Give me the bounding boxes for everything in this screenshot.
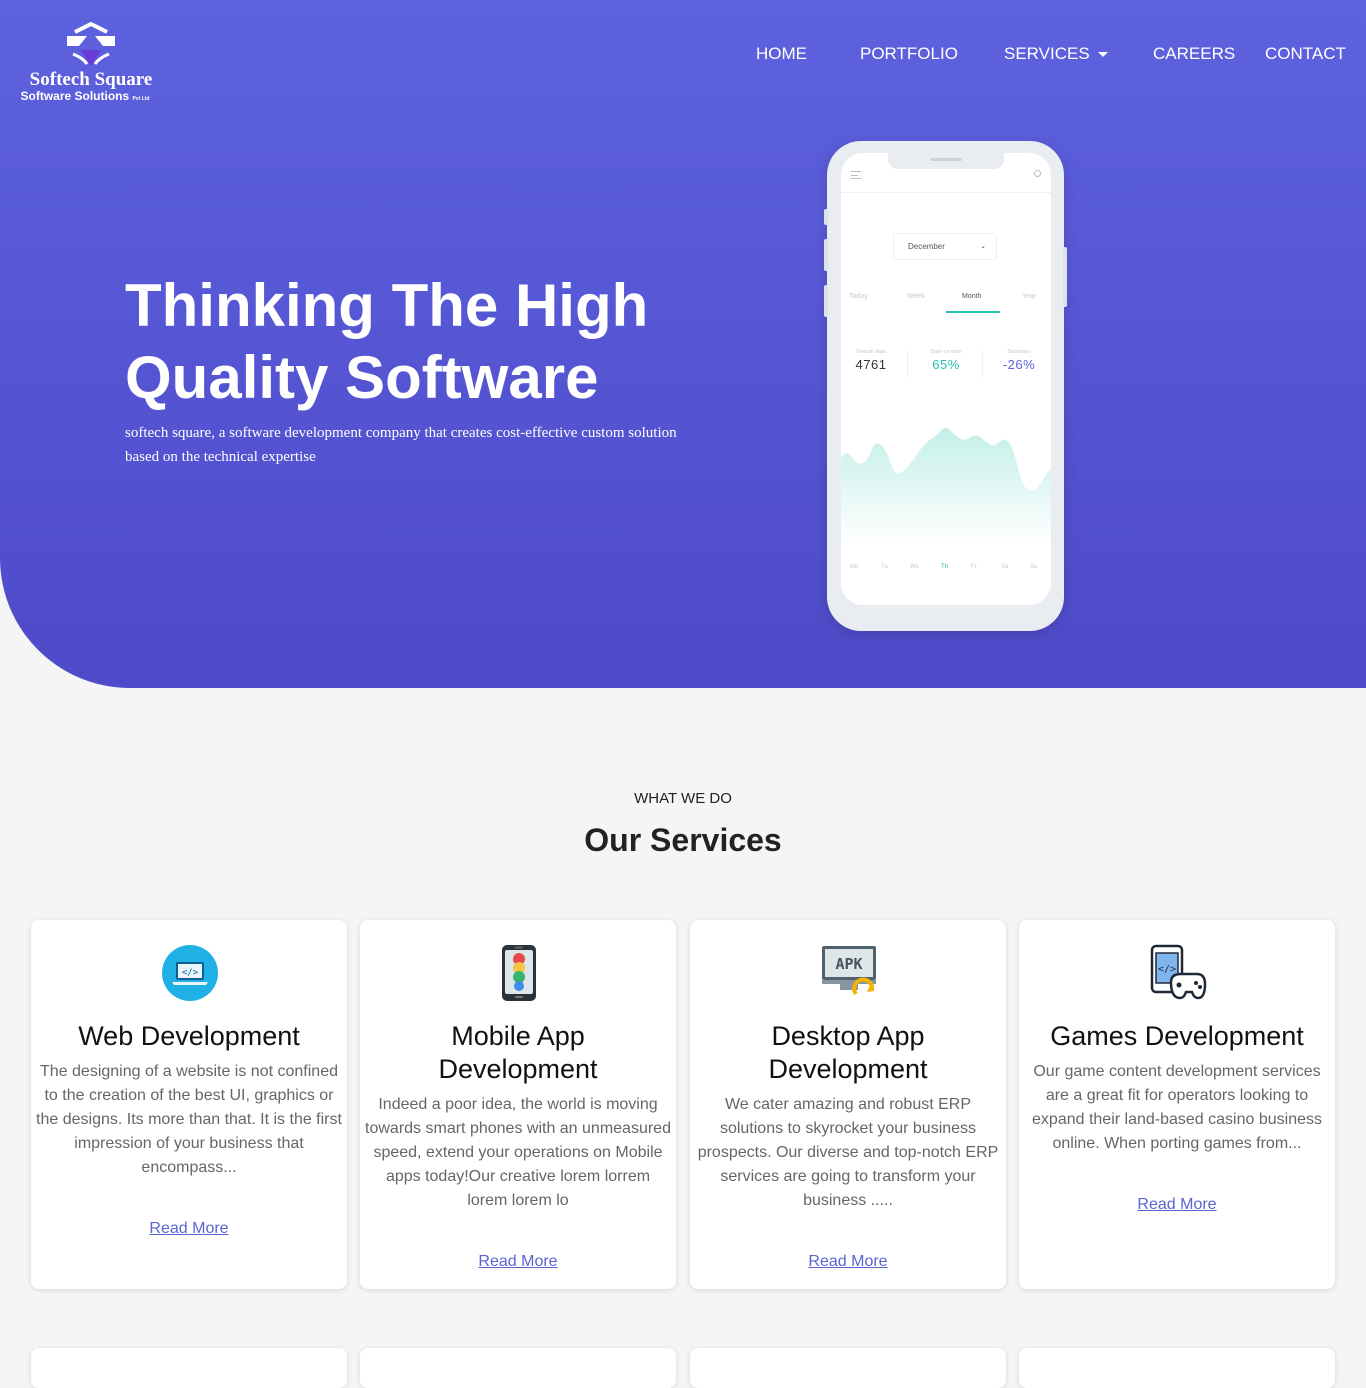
stat-label: Overall data bbox=[856, 349, 886, 355]
nav-contact[interactable]: CONTACT bbox=[1265, 44, 1346, 64]
nav-portfolio[interactable]: PORTFOLIO bbox=[860, 44, 958, 64]
stat-overall: Overall data 4761 bbox=[841, 349, 901, 372]
chevron-down-icon: ⌄ bbox=[980, 243, 986, 250]
brand-name: Softech Square bbox=[29, 69, 153, 90]
brand-suffix: Pvt Ltd bbox=[132, 96, 150, 102]
svg-text:</>: </> bbox=[182, 968, 199, 978]
area-chart-graphic bbox=[841, 428, 1051, 543]
mobile-app-icon bbox=[502, 945, 536, 1001]
service-title: Desktop App Development bbox=[768, 1021, 928, 1084]
divider bbox=[907, 351, 908, 377]
weekday-label: Tu bbox=[881, 564, 888, 570]
stat-value: -26% bbox=[1002, 357, 1036, 372]
phone-mockup: December ⌄ Today Week Month Year Overall … bbox=[824, 141, 1067, 631]
phone-side-button bbox=[824, 285, 828, 317]
nav-careers[interactable]: CAREERS bbox=[1153, 44, 1235, 64]
divider bbox=[982, 351, 983, 377]
service-description: Indeed a poor idea, the world is moving … bbox=[365, 1096, 671, 1209]
phone-side-button bbox=[824, 209, 828, 225]
hero-title: Thinking The High Quality Software bbox=[125, 272, 649, 411]
service-card-partial bbox=[31, 1348, 347, 1388]
read-more-link[interactable]: Read More bbox=[31, 1220, 347, 1238]
period-tab-active: Month bbox=[962, 293, 982, 300]
section-title: Our Services bbox=[584, 822, 782, 858]
stat-label: Summary bbox=[1007, 349, 1031, 355]
brand-subtitle: Software Solutions Pvt Ltd bbox=[8, 90, 162, 105]
phone-side-button bbox=[1063, 247, 1067, 307]
main-nav: HOME PORTFOLIO SERVICES CAREERS CONTACT bbox=[0, 44, 1366, 64]
hero-description: softech square, a software development c… bbox=[125, 425, 677, 465]
stat-value: 65% bbox=[932, 357, 960, 372]
weekday-label: Fr bbox=[971, 564, 977, 570]
web-code-icon: </> bbox=[162, 945, 218, 1001]
phone-side-button bbox=[824, 239, 828, 271]
active-tab-indicator bbox=[946, 311, 1000, 313]
service-title: Mobile App Development bbox=[438, 1021, 598, 1084]
weekday-label: Sa bbox=[1001, 564, 1009, 570]
section-kicker: WHAT WE DO bbox=[634, 790, 732, 807]
nav-home[interactable]: HOME bbox=[756, 44, 807, 64]
weekday-label-active: Th bbox=[941, 564, 949, 570]
nav-services-label: SERVICES bbox=[1004, 44, 1090, 63]
svg-text:</>: </> bbox=[1158, 964, 1176, 975]
apk-monitor-icon: APK bbox=[822, 946, 876, 996]
read-more-link[interactable]: Read More bbox=[360, 1253, 676, 1271]
stat-label: Date on time bbox=[930, 349, 962, 355]
search-icon bbox=[1034, 170, 1041, 177]
weekday-label: Su bbox=[1030, 564, 1038, 570]
service-card-mobile: Mobile App Development Indeed a poor ide… bbox=[360, 920, 676, 1289]
period-tab: Week bbox=[907, 293, 925, 300]
weekday-label: We bbox=[910, 564, 919, 570]
brand-subtitle-text: Software Solutions bbox=[20, 89, 130, 103]
weekday-label: Mo bbox=[850, 564, 859, 570]
service-card-games: </> Games Development Our game content d… bbox=[1019, 920, 1335, 1289]
svg-text:APK: APK bbox=[835, 955, 862, 973]
month-select: December ⌄ bbox=[893, 233, 997, 260]
service-description: We cater amazing and robust ERP solution… bbox=[697, 1096, 999, 1209]
service-card-desktop: APK Desktop App Development We cater ama… bbox=[690, 920, 1006, 1289]
service-card-web: </> Web Development The designing of a w… bbox=[31, 920, 347, 1289]
service-title: Games Development bbox=[1050, 1021, 1304, 1051]
phone-notch bbox=[888, 153, 1004, 169]
service-title: Web Development bbox=[78, 1021, 300, 1051]
period-tab: Today bbox=[849, 293, 868, 300]
read-more-link[interactable]: Read More bbox=[1019, 1196, 1335, 1214]
stat-on-time: Date on time 65% bbox=[916, 349, 976, 372]
divider bbox=[841, 192, 1051, 193]
service-card-partial bbox=[1019, 1348, 1335, 1388]
game-controller-icon: </> bbox=[1150, 944, 1207, 1000]
brand-logo[interactable]: Softech Square Software Solutions Pvt Lt… bbox=[20, 22, 162, 106]
nav-services[interactable]: SERVICES bbox=[1004, 44, 1108, 64]
phone-screen: December ⌄ Today Week Month Year Overall … bbox=[841, 153, 1051, 605]
chevron-down-icon bbox=[1097, 52, 1108, 58]
stat-summary: Summary -26% bbox=[989, 349, 1049, 372]
period-tab: Year bbox=[1022, 293, 1037, 300]
service-description: The designing of a website is not confin… bbox=[36, 1063, 342, 1176]
stat-value: 4761 bbox=[855, 357, 887, 372]
month-select-value: December bbox=[908, 242, 945, 251]
service-description: Our game content development services ar… bbox=[1032, 1063, 1322, 1152]
service-card-partial bbox=[690, 1348, 1006, 1388]
menu-icon bbox=[851, 171, 861, 179]
read-more-link[interactable]: Read More bbox=[690, 1253, 1006, 1271]
hero-section: Softech Square Software Solutions Pvt Lt… bbox=[0, 0, 1366, 688]
service-card-partial bbox=[360, 1348, 676, 1388]
